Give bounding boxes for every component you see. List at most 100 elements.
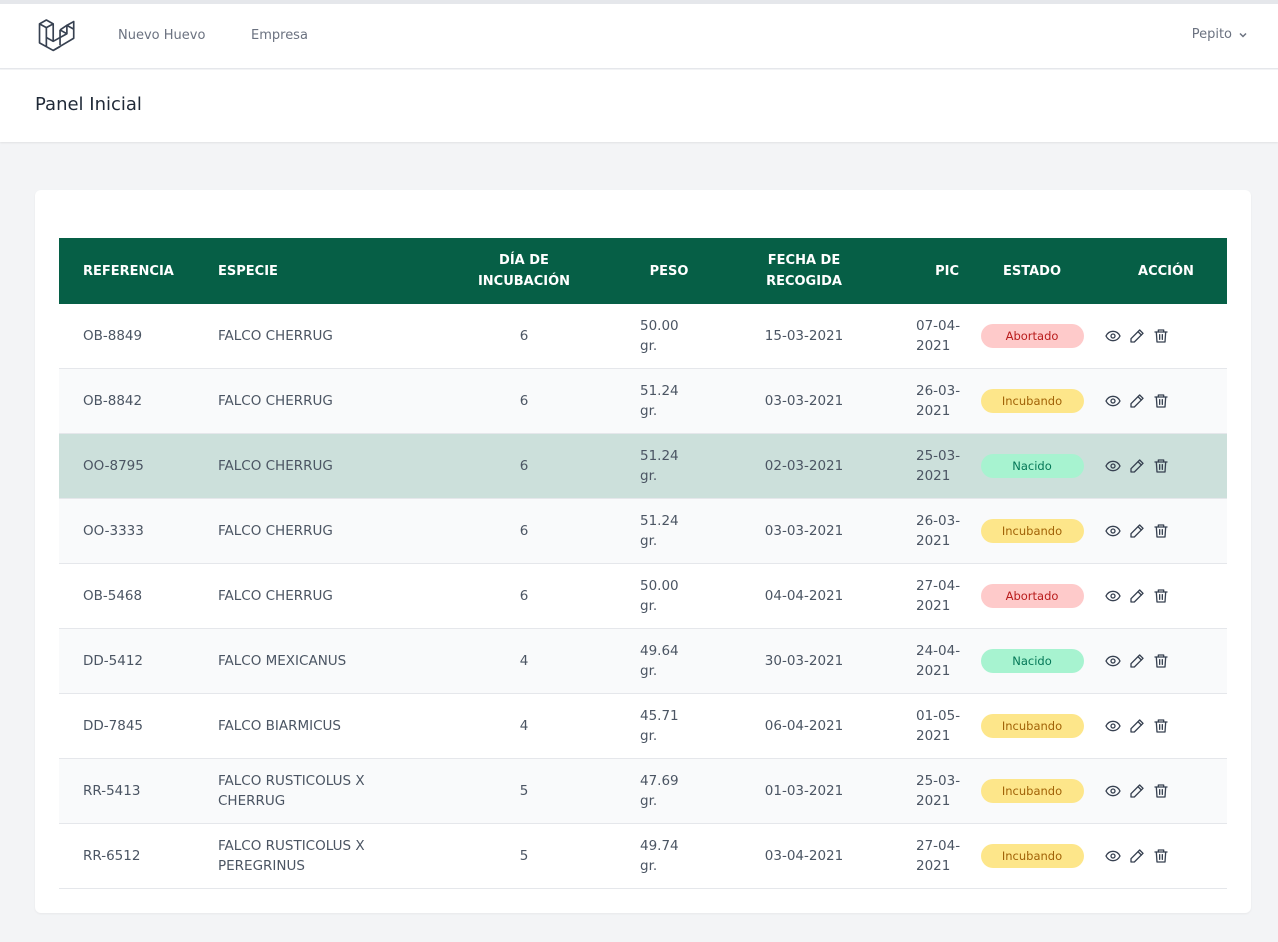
cell-pic: 26-03-2021 (884, 511, 960, 551)
cell-dia: 6 (519, 458, 529, 474)
user-menu[interactable]: Pepito (1192, 27, 1248, 42)
delete-icon[interactable] (1153, 393, 1169, 409)
cell-fecha: 15-03-2021 (764, 328, 844, 344)
status-badge: Incubando (980, 389, 1084, 413)
delete-icon[interactable] (1153, 523, 1169, 539)
cell-referencia: OO-8795 (83, 458, 144, 474)
cell-peso-text: 47.69 gr. (640, 773, 679, 809)
edit-icon[interactable] (1129, 653, 1145, 669)
cell-peso-text: 50.00 gr. (640, 318, 679, 354)
navbar: Nuevo Huevo Empresa Pepito (0, 4, 1278, 69)
table-row[interactable]: RR-5413 FALCO RUSTICOLUS X CHERRUG 5 47.69 … (59, 759, 1227, 824)
view-icon[interactable] (1105, 718, 1121, 734)
view-icon[interactable] (1105, 848, 1121, 864)
cell-peso: 45.71 gr. (614, 706, 724, 746)
edit-icon[interactable] (1129, 523, 1145, 539)
edit-icon[interactable] (1129, 393, 1145, 409)
cell-dia: 6 (519, 588, 529, 604)
nav-link-empresa[interactable]: Empresa (251, 28, 308, 43)
cell-especie: FALCO MEXICANUS (218, 653, 347, 669)
edit-icon[interactable] (1129, 848, 1145, 864)
cell-referencia: OB-5468 (83, 588, 143, 604)
delete-icon[interactable] (1153, 653, 1169, 669)
view-icon[interactable] (1105, 783, 1121, 799)
view-icon[interactable] (1105, 523, 1121, 539)
edit-icon[interactable] (1129, 783, 1145, 799)
nav-link-nuevo-huevo[interactable]: Nuevo Huevo (118, 28, 205, 43)
cell-referencia: RR-6512 (83, 848, 141, 864)
delete-icon[interactable] (1153, 328, 1169, 344)
delete-icon[interactable] (1153, 783, 1169, 799)
edit-icon[interactable] (1129, 718, 1145, 734)
cell-peso: 47.69 gr. (614, 771, 724, 811)
delete-icon[interactable] (1153, 458, 1169, 474)
table-row[interactable]: OO-8795 FALCO CHERRUG 6 51.24 gr. 02-03-2021… (59, 434, 1227, 499)
cell-fecha: 06-04-2021 (764, 718, 844, 734)
status-badge: Incubando (980, 519, 1084, 543)
cell-especie: FALCO CHERRUG (218, 458, 333, 474)
cell-peso-text: 45.71 gr. (640, 708, 679, 744)
cell-referencia: DD-5412 (83, 653, 144, 669)
edit-icon[interactable] (1129, 328, 1145, 344)
cell-accion (1105, 393, 1227, 409)
cell-referencia: OB-8849 (83, 328, 143, 344)
cell-peso-text: 51.24 gr. (640, 448, 679, 484)
cell-pic: 26-03-2021 (884, 381, 960, 421)
table-row[interactable]: RR-6512 FALCO RUSTICOLUS X PEREGRINUS 5 49.… (59, 824, 1227, 889)
view-icon[interactable] (1105, 393, 1121, 409)
cell-dia: 5 (519, 848, 529, 864)
column-header-estado: ESTADO (1002, 263, 1061, 279)
eggs-card: REFERENCIA ESPECIE DÍA DE INCUBACIÓN PES… (35, 190, 1251, 913)
cell-peso: 49.74 gr. (614, 836, 724, 876)
table-header: REFERENCIA ESPECIE DÍA DE INCUBACIÓN PES… (59, 238, 1227, 304)
view-icon[interactable] (1105, 588, 1121, 604)
cell-peso-text: 51.24 gr. (640, 513, 679, 549)
cell-accion (1105, 588, 1227, 604)
cell-accion (1105, 458, 1227, 474)
page-title: Panel Inicial (35, 94, 142, 115)
table-row[interactable]: OB-5468 FALCO CHERRUG 6 50.00 gr. 04-04-2021… (59, 564, 1227, 629)
cell-especie: FALCO CHERRUG (218, 588, 333, 604)
cell-especie: FALCO RUSTICOLUS X PEREGRINUS (218, 838, 365, 874)
cell-pic: 25-03-2021 (884, 771, 960, 811)
status-badge: Incubando (980, 714, 1084, 738)
cell-fecha: 01-03-2021 (764, 783, 844, 799)
view-icon[interactable] (1105, 328, 1121, 344)
cell-fecha: 03-03-2021 (764, 393, 844, 409)
delete-icon[interactable] (1153, 588, 1169, 604)
edit-icon[interactable] (1129, 588, 1145, 604)
cell-especie: FALCO CHERRUG (218, 393, 333, 409)
table-body: OB-8849 FALCO CHERRUG 6 50.00 gr. 15-03-2021… (59, 304, 1227, 889)
cell-accion (1105, 653, 1227, 669)
cell-dia: 6 (519, 523, 529, 539)
table-row[interactable]: DD-7845 FALCO BIARMICUS 4 45.71 gr. 06-04-20… (59, 694, 1227, 759)
cell-dia: 6 (519, 328, 529, 344)
cell-peso: 51.24 gr. (614, 381, 724, 421)
cell-estado: Incubando (959, 519, 1105, 543)
cell-peso-text: 49.64 gr. (640, 643, 679, 679)
cell-accion (1105, 783, 1227, 799)
chevron-down-icon (1239, 32, 1247, 38)
delete-icon[interactable] (1153, 848, 1169, 864)
table-row[interactable]: OO-3333 FALCO CHERRUG 6 51.24 gr. 03-03-2021… (59, 499, 1227, 564)
laravel-logo-icon[interactable] (38, 16, 76, 56)
user-name: Pepito (1191, 27, 1232, 42)
table-row[interactable]: OB-8842 FALCO CHERRUG 6 51.24 gr. 03-03-2021… (59, 369, 1227, 434)
cell-peso-text: 51.24 gr. (640, 383, 679, 419)
edit-icon[interactable] (1129, 458, 1145, 474)
delete-icon[interactable] (1153, 718, 1169, 734)
status-badge: Abortado (980, 584, 1084, 608)
table-row[interactable]: DD-5412 FALCO MEXICANUS 4 49.64 gr. 30-03-20… (59, 629, 1227, 694)
cell-peso-text: 50.00 gr. (640, 578, 679, 614)
cell-referencia: RR-5413 (83, 783, 141, 799)
cell-peso: 51.24 gr. (614, 446, 724, 486)
cell-especie: FALCO RUSTICOLUS X CHERRUG (218, 773, 365, 809)
table-row[interactable]: OB-8849 FALCO CHERRUG 6 50.00 gr. 15-03-2021… (59, 304, 1227, 369)
view-icon[interactable] (1105, 653, 1121, 669)
cell-peso-text: 49.74 gr. (640, 838, 679, 874)
view-icon[interactable] (1105, 458, 1121, 474)
cell-accion (1105, 523, 1227, 539)
cell-referencia: OO-3333 (83, 523, 144, 539)
cell-pic: 07-04-2021 (884, 316, 960, 356)
column-header-referencia: REFERENCIA (83, 263, 174, 279)
